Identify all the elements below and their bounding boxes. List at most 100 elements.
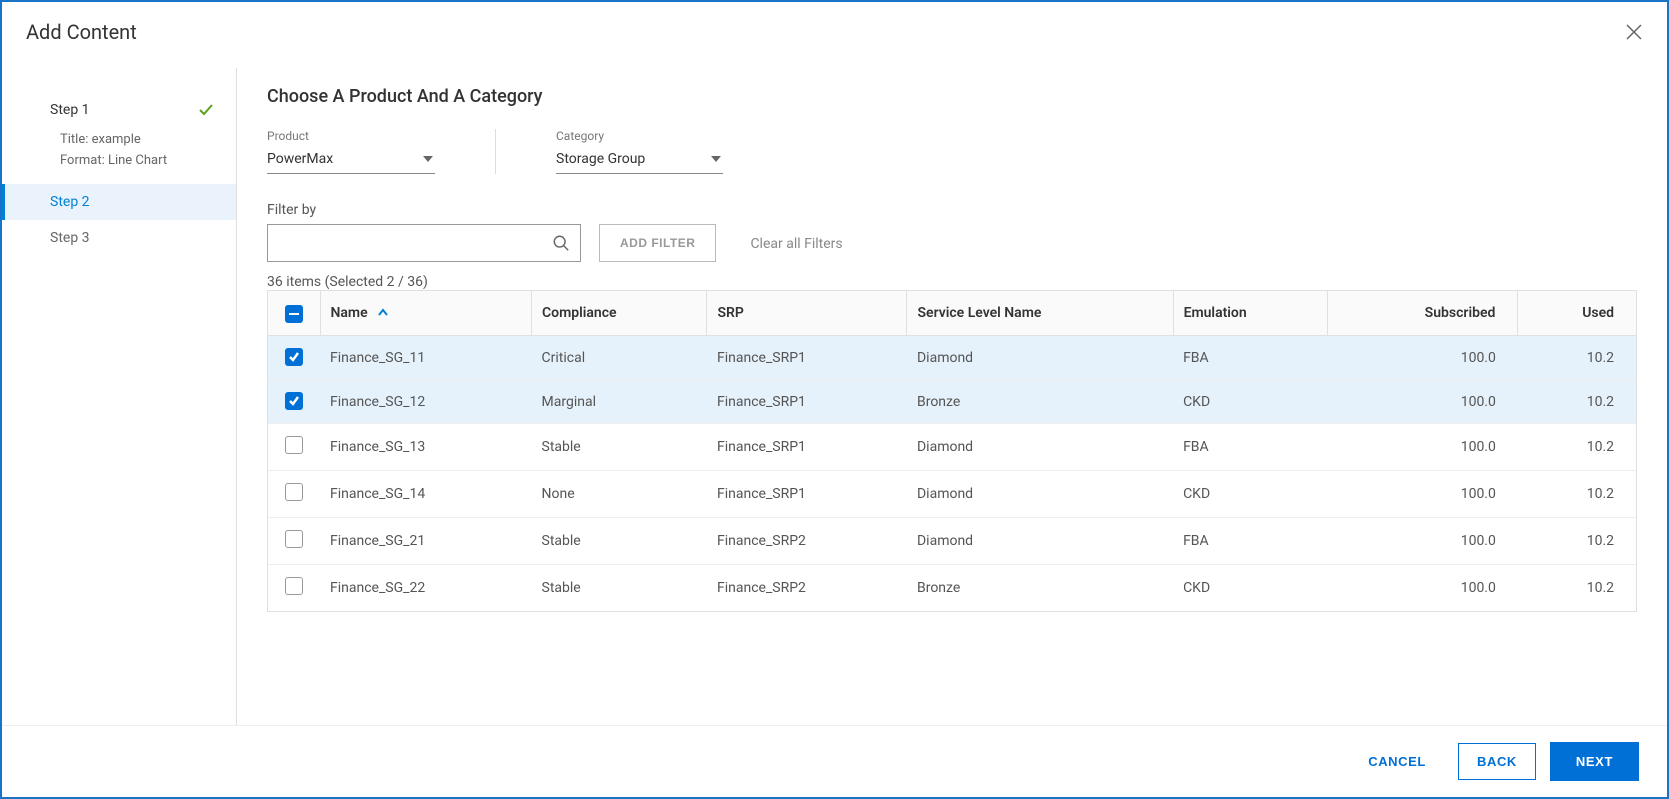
filter-label: Filter by xyxy=(267,202,581,218)
clear-filters-link[interactable]: Clear all Filters xyxy=(750,236,842,262)
col-name-label: Name xyxy=(331,305,368,321)
step-1[interactable]: Step 1 xyxy=(2,92,236,128)
row-checkbox[interactable] xyxy=(285,392,303,410)
col-compliance[interactable]: Compliance xyxy=(532,291,707,336)
cell-sub: 100.0 xyxy=(1327,336,1517,380)
row-checkbox[interactable] xyxy=(285,530,303,548)
close-icon[interactable] xyxy=(1625,23,1643,41)
product-value: PowerMax xyxy=(267,151,333,167)
content-heading: Choose A Product And A Category xyxy=(267,86,1637,107)
table-row[interactable]: Finance_SG_21StableFinance_SRP2DiamondFB… xyxy=(268,518,1636,565)
cell-emu: FBA xyxy=(1173,336,1327,380)
step-1-subs: Title: example Format: Line Chart xyxy=(2,128,236,170)
search-icon[interactable] xyxy=(552,234,570,252)
cell-compliance: Critical xyxy=(532,336,707,380)
col-srp-label: SRP xyxy=(717,305,743,321)
cell-emu: CKD xyxy=(1173,380,1327,424)
caret-down-icon xyxy=(423,156,433,162)
col-sln[interactable]: Service Level Name xyxy=(907,291,1173,336)
step-1-sub-format: Format: Line Chart xyxy=(2,149,236,170)
row-checkbox[interactable] xyxy=(285,577,303,595)
cell-srp: Finance_SRP1 xyxy=(707,336,907,380)
row-select-cell xyxy=(268,518,320,565)
cell-name: Finance_SG_14 xyxy=(320,471,532,518)
cell-name: Finance_SG_12 xyxy=(320,380,532,424)
cell-sln: Diamond xyxy=(907,518,1173,565)
back-button[interactable]: BACK xyxy=(1458,743,1536,780)
add-filter-button[interactable]: ADD FILTER xyxy=(599,224,716,262)
category-select-group: Category Storage Group xyxy=(495,129,723,174)
cell-emu: CKD xyxy=(1173,565,1327,612)
step-3[interactable]: Step 3 xyxy=(2,220,236,256)
table-row[interactable]: Finance_SG_11CriticalFinance_SRP1Diamond… xyxy=(268,336,1636,380)
col-used-label: Used xyxy=(1582,305,1614,321)
cell-sln: Bronze xyxy=(907,565,1173,612)
col-sub-label: Subscribed xyxy=(1425,305,1496,321)
row-checkbox[interactable] xyxy=(285,348,303,366)
caret-down-icon xyxy=(711,156,721,162)
cell-name: Finance_SG_21 xyxy=(320,518,532,565)
filter-row: Filter by ADD FILTER Clear all Filters xyxy=(267,202,1637,262)
col-sub[interactable]: Subscribed xyxy=(1327,291,1517,336)
cell-used: 10.2 xyxy=(1518,518,1636,565)
table-row[interactable]: Finance_SG_22StableFinance_SRP2BronzeCKD… xyxy=(268,565,1636,612)
col-used[interactable]: Used xyxy=(1518,291,1636,336)
row-checkbox[interactable] xyxy=(285,483,303,501)
cell-sln: Diamond xyxy=(907,336,1173,380)
row-select-cell xyxy=(268,471,320,518)
modal-body: Step 1 Title: example Format: Line Chart… xyxy=(2,68,1667,725)
table-row[interactable]: Finance_SG_12MarginalFinance_SRP1BronzeC… xyxy=(268,380,1636,424)
cell-sub: 100.0 xyxy=(1327,565,1517,612)
select-all-checkbox[interactable] xyxy=(285,305,303,323)
cell-name: Finance_SG_22 xyxy=(320,565,532,612)
table-row[interactable]: Finance_SG_13StableFinance_SRP1DiamondFB… xyxy=(268,424,1636,471)
col-name[interactable]: Name xyxy=(320,291,532,336)
cancel-button[interactable]: CANCEL xyxy=(1350,744,1444,779)
wizard-content: Choose A Product And A Category Product … xyxy=(237,68,1667,725)
cell-sln: Diamond xyxy=(907,424,1173,471)
modal-header: Add Content xyxy=(2,2,1667,68)
col-emu-label: Emulation xyxy=(1184,305,1247,321)
cell-srp: Finance_SRP2 xyxy=(707,565,907,612)
row-select-cell xyxy=(268,336,320,380)
col-emu[interactable]: Emulation xyxy=(1173,291,1327,336)
category-select[interactable]: Storage Group xyxy=(556,147,723,174)
cell-sub: 100.0 xyxy=(1327,518,1517,565)
row-select-cell xyxy=(268,424,320,471)
product-select[interactable]: PowerMax xyxy=(267,147,435,174)
category-label: Category xyxy=(556,129,723,143)
table-scroll[interactable]: Name Compliance SRP Service Level Name E… xyxy=(267,290,1637,612)
col-sln-label: Service Level Name xyxy=(917,305,1041,321)
modal-footer: CANCEL BACK NEXT xyxy=(2,725,1667,797)
cell-sub: 100.0 xyxy=(1327,424,1517,471)
filter-input-wrap xyxy=(267,224,581,262)
cell-sub: 100.0 xyxy=(1327,380,1517,424)
cell-used: 10.2 xyxy=(1518,380,1636,424)
step-2-label: Step 2 xyxy=(50,194,90,210)
cell-sln: Bronze xyxy=(907,380,1173,424)
next-button[interactable]: NEXT xyxy=(1550,742,1639,781)
storage-group-table: Name Compliance SRP Service Level Name E… xyxy=(268,291,1636,612)
sort-asc-icon xyxy=(377,307,389,319)
row-select-cell xyxy=(268,565,320,612)
cell-compliance: Stable xyxy=(532,565,707,612)
wizard-stepper: Step 1 Title: example Format: Line Chart… xyxy=(2,68,237,725)
step-2[interactable]: Step 2 xyxy=(2,184,236,220)
cell-name: Finance_SG_13 xyxy=(320,424,532,471)
cell-emu: FBA xyxy=(1173,518,1327,565)
modal-title: Add Content xyxy=(26,20,137,44)
col-srp[interactable]: SRP xyxy=(707,291,907,336)
cell-sub: 100.0 xyxy=(1327,471,1517,518)
cell-srp: Finance_SRP2 xyxy=(707,518,907,565)
step-3-label: Step 3 xyxy=(50,230,90,246)
category-value: Storage Group xyxy=(556,151,645,167)
row-select-cell xyxy=(268,380,320,424)
filter-input[interactable] xyxy=(278,234,552,252)
table-row[interactable]: Finance_SG_14NoneFinance_SRP1DiamondCKD1… xyxy=(268,471,1636,518)
selects-row: Product PowerMax Category Storage Group xyxy=(267,129,1637,174)
cell-compliance: Marginal xyxy=(532,380,707,424)
row-checkbox[interactable] xyxy=(285,436,303,454)
cell-sln: Diamond xyxy=(907,471,1173,518)
cell-srp: Finance_SRP1 xyxy=(707,471,907,518)
cell-name: Finance_SG_11 xyxy=(320,336,532,380)
